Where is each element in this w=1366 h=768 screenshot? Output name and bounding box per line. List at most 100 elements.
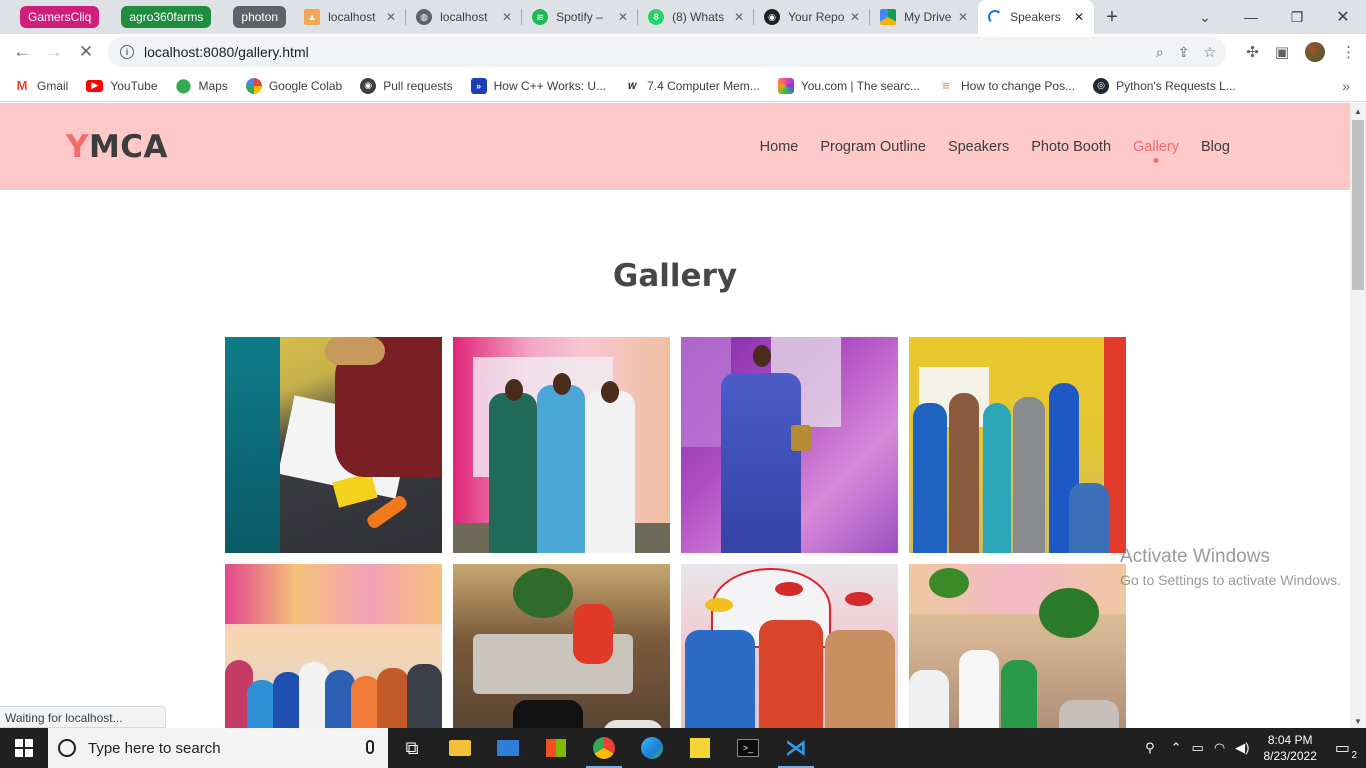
tab-spotify[interactable]: ≋ Spotify – ✕ xyxy=(522,0,639,34)
wifi-icon[interactable]: ◠ xyxy=(1214,740,1225,756)
chevron-up-icon[interactable]: ⌃ xyxy=(1171,740,1182,756)
bookmark-pull-requests[interactable]: ◉ Pull requests xyxy=(360,77,453,94)
gallery-photo-hall[interactable] xyxy=(909,564,1126,728)
page-title: Gallery xyxy=(612,258,738,294)
gallery-photo-award[interactable] xyxy=(681,337,898,553)
people-icon[interactable]: ⚲ xyxy=(1145,740,1155,756)
nav-gallery[interactable]: Gallery xyxy=(1133,139,1179,155)
tab-drive[interactable]: My Drive ✕ xyxy=(870,0,978,34)
nav-blog[interactable]: Blog xyxy=(1201,139,1230,155)
gallery-photo-group[interactable] xyxy=(225,564,442,728)
notification-center-icon[interactable]: ▭ 2 xyxy=(1335,738,1357,761)
close-icon[interactable]: ✕ xyxy=(502,10,512,24)
drive-icon xyxy=(880,9,897,25)
windows-start-icon[interactable] xyxy=(0,728,48,768)
bookmark-youtube[interactable]: ▶ YouTube xyxy=(86,79,158,93)
gallery-photo-plaques[interactable] xyxy=(681,564,898,728)
tab-group-gamerscliq[interactable]: GamersCliq xyxy=(20,6,100,28)
terminal-icon[interactable]: >_ xyxy=(724,728,772,768)
scrollbar-thumb[interactable] xyxy=(1352,120,1364,290)
forward-arrow-icon[interactable]: → xyxy=(38,36,70,68)
close-icon[interactable]: ✕ xyxy=(386,10,396,24)
bookmarks-overflow-icon[interactable]: » xyxy=(1342,78,1350,94)
taskbar-search-box[interactable]: Type here to search xyxy=(48,728,388,768)
task-view-icon[interactable]: ⧉ xyxy=(388,728,436,768)
bookmark-realpython[interactable]: ◎ Python's Requests L... xyxy=(1093,77,1236,94)
pmia-icon: ▲ xyxy=(304,9,321,25)
page-scrollbar[interactable]: ▲ ▼ xyxy=(1350,103,1366,728)
tab-search-chevron-icon[interactable]: ⌄ xyxy=(1182,0,1228,34)
close-icon[interactable]: ✕ xyxy=(1074,10,1084,24)
tab-group-agro360farms[interactable]: agro360farms xyxy=(121,6,212,28)
gallery-photo-tables[interactable] xyxy=(453,564,670,728)
battery-icon[interactable]: ▭ xyxy=(1192,740,1204,756)
chrome-icon[interactable] xyxy=(580,728,628,768)
bookmark-label: How to change Pos... xyxy=(961,78,1076,93)
sticky-notes-icon[interactable] xyxy=(676,728,724,768)
new-tab-button[interactable]: + xyxy=(1106,6,1118,29)
minimize-icon[interactable]: — xyxy=(1228,0,1274,34)
zoom-search-icon[interactable]: ⌕ xyxy=(1156,44,1164,61)
close-icon[interactable]: ✕ xyxy=(618,10,628,24)
watermark-subtitle: Go to Settings to activate Windows. xyxy=(1120,572,1341,588)
colab-icon xyxy=(245,77,262,94)
close-window-icon[interactable]: ✕ xyxy=(1320,0,1366,34)
bookmark-cpp[interactable]: » How C++ Works: U... xyxy=(470,77,606,94)
menu-kebab-icon[interactable]: ⋮ xyxy=(1341,43,1356,61)
bookmark-maps[interactable]: ⬤ Maps xyxy=(176,77,228,94)
close-icon[interactable]: ✕ xyxy=(850,10,860,24)
extensions-puzzle-icon[interactable]: ✣ xyxy=(1246,43,1259,61)
microphone-icon[interactable] xyxy=(366,740,374,754)
back-arrow-icon[interactable]: ← xyxy=(6,36,38,68)
tab-title: localhost xyxy=(440,10,488,24)
gallery-photo-trio[interactable] xyxy=(453,337,670,553)
tab-strip: GamersCliq agro360farms photon ▲ localho… xyxy=(0,0,1366,34)
close-icon[interactable]: ✕ xyxy=(734,10,744,24)
nav-speakers[interactable]: Speakers xyxy=(948,139,1009,155)
bookmark-colab[interactable]: Google Colab xyxy=(245,77,342,94)
nav-program-outline[interactable]: Program Outline xyxy=(820,139,926,155)
tab-title: localhost xyxy=(328,10,376,24)
site-logo[interactable]: YMCA xyxy=(66,129,168,165)
bookmark-stackoverflow[interactable]: ≡ How to change Pos... xyxy=(938,78,1075,94)
whatsapp-icon: 8 xyxy=(648,9,665,25)
youtube-icon: ▶ xyxy=(86,79,104,92)
store-icon[interactable] xyxy=(532,728,580,768)
bookmark-label: Python's Requests L... xyxy=(1116,78,1236,93)
tab-github[interactable]: ◉ Your Repo ✕ xyxy=(754,0,871,34)
tab-localhost-1[interactable]: ▲ localhost ✕ xyxy=(294,0,407,34)
mail-icon[interactable] xyxy=(484,728,532,768)
vscode-icon[interactable]: ⋊ xyxy=(772,728,820,768)
stop-loading-icon[interactable]: ✕ xyxy=(70,36,102,68)
gallery-photo-register[interactable] xyxy=(225,337,442,553)
tab-localhost-2[interactable]: ◍ localhost ✕ xyxy=(406,0,523,34)
tab-whatsapp[interactable]: 8 (8) Whats ✕ xyxy=(638,0,755,34)
gallery-photo-reading[interactable] xyxy=(909,337,1126,553)
site-header: YMCA Home Program Outline Speakers Photo… xyxy=(0,103,1350,190)
bookmark-gmail[interactable]: M Gmail xyxy=(14,78,69,94)
nav-home[interactable]: Home xyxy=(760,139,799,155)
taskbar-clock[interactable]: 8:04 PM 8/23/2022 xyxy=(1253,732,1326,764)
bookmark-youcom[interactable]: You.com | The searc... xyxy=(777,77,920,94)
restore-icon[interactable]: ❐ xyxy=(1274,0,1320,34)
nav-photo-booth[interactable]: Photo Booth xyxy=(1031,139,1111,155)
search-placeholder: Type here to search xyxy=(88,739,221,757)
scroll-up-arrow-icon[interactable]: ▲ xyxy=(1354,107,1362,116)
file-explorer-icon[interactable] xyxy=(436,728,484,768)
tab-group-photon[interactable]: photon xyxy=(233,6,287,28)
tab-speakers-active[interactable]: Speakers ✕ xyxy=(978,0,1095,34)
volume-icon[interactable]: ◀) xyxy=(1235,740,1249,756)
edge-icon[interactable] xyxy=(628,728,676,768)
url-text[interactable]: localhost:8080/gallery.html xyxy=(144,44,309,60)
bookmark-star-icon[interactable]: ☆ xyxy=(1203,44,1216,61)
github-icon: ◉ xyxy=(764,9,781,25)
address-bar[interactable]: i localhost:8080/gallery.html ⌕ ⇪ ☆ xyxy=(108,37,1226,67)
site-info-icon[interactable]: i xyxy=(120,45,134,59)
stackoverflow-icon: ≡ xyxy=(942,78,950,93)
bookmark-computer-memory[interactable]: W 7.4 Computer Mem... xyxy=(624,78,760,94)
close-icon[interactable]: ✕ xyxy=(958,10,968,24)
scroll-down-arrow-icon[interactable]: ▼ xyxy=(1354,717,1362,726)
profile-avatar[interactable] xyxy=(1305,42,1325,62)
side-panel-icon[interactable]: ▣ xyxy=(1275,43,1289,61)
share-icon[interactable]: ⇪ xyxy=(1178,44,1190,61)
